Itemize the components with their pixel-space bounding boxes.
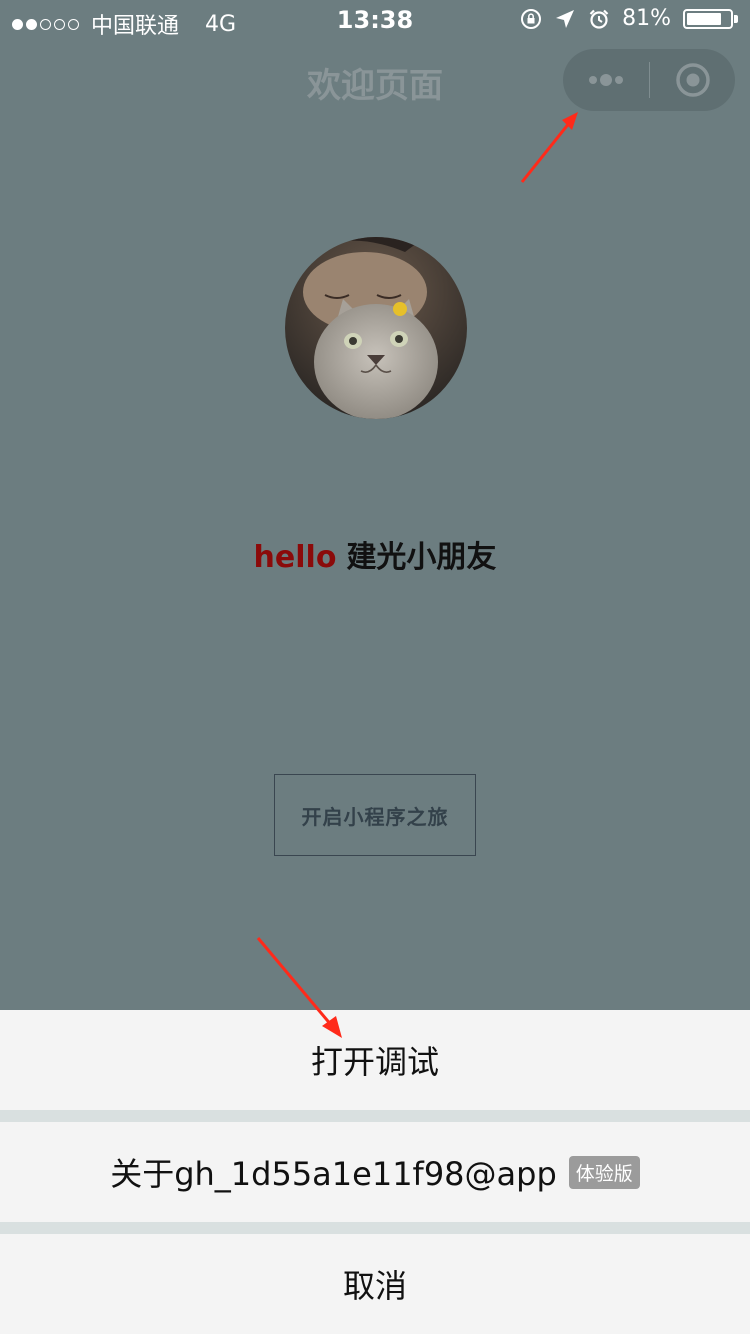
status-icons: 81% [520,6,738,31]
annotation-arrow-icon [256,937,342,1038]
battery-icon [683,8,738,29]
close-target-icon [675,63,710,97]
cancel-button[interactable]: 取消 [0,1234,750,1334]
alarm-icon [589,9,609,29]
cancel-label: 取消 [342,1267,407,1305]
battery-percent: 81% [622,6,671,31]
avatar [285,237,467,419]
annotation-arrow-icon [520,112,578,183]
greeting: hello 建光小朋友 [0,532,750,576]
open-debug-button[interactable]: 打开调试 [0,1010,750,1110]
battery-fill [687,12,722,25]
trial-version-badge: 体验版 [568,1155,640,1189]
greeting-hello: hello [253,540,337,575]
action-sheet: 打开调试 关于gh_1d55a1e11f98@app 体验版 取消 [0,1010,750,1334]
start-journey-button[interactable]: 开启小程序之旅 [274,774,476,856]
more-dots-icon [589,74,623,86]
about-app-label: 关于gh_1d55a1e11f98@app [110,1155,557,1193]
avatar-photo [285,237,467,419]
location-arrow-icon [556,9,575,28]
close-miniprogram-button[interactable] [650,49,735,111]
user-nickname: 建光小朋友 [346,540,497,575]
status-bar: 中国联通 4G 13:38 81% [0,0,750,40]
rotation-lock-icon [521,8,542,29]
about-app-button[interactable]: 关于gh_1d55a1e11f98@app 体验版 [0,1122,750,1222]
